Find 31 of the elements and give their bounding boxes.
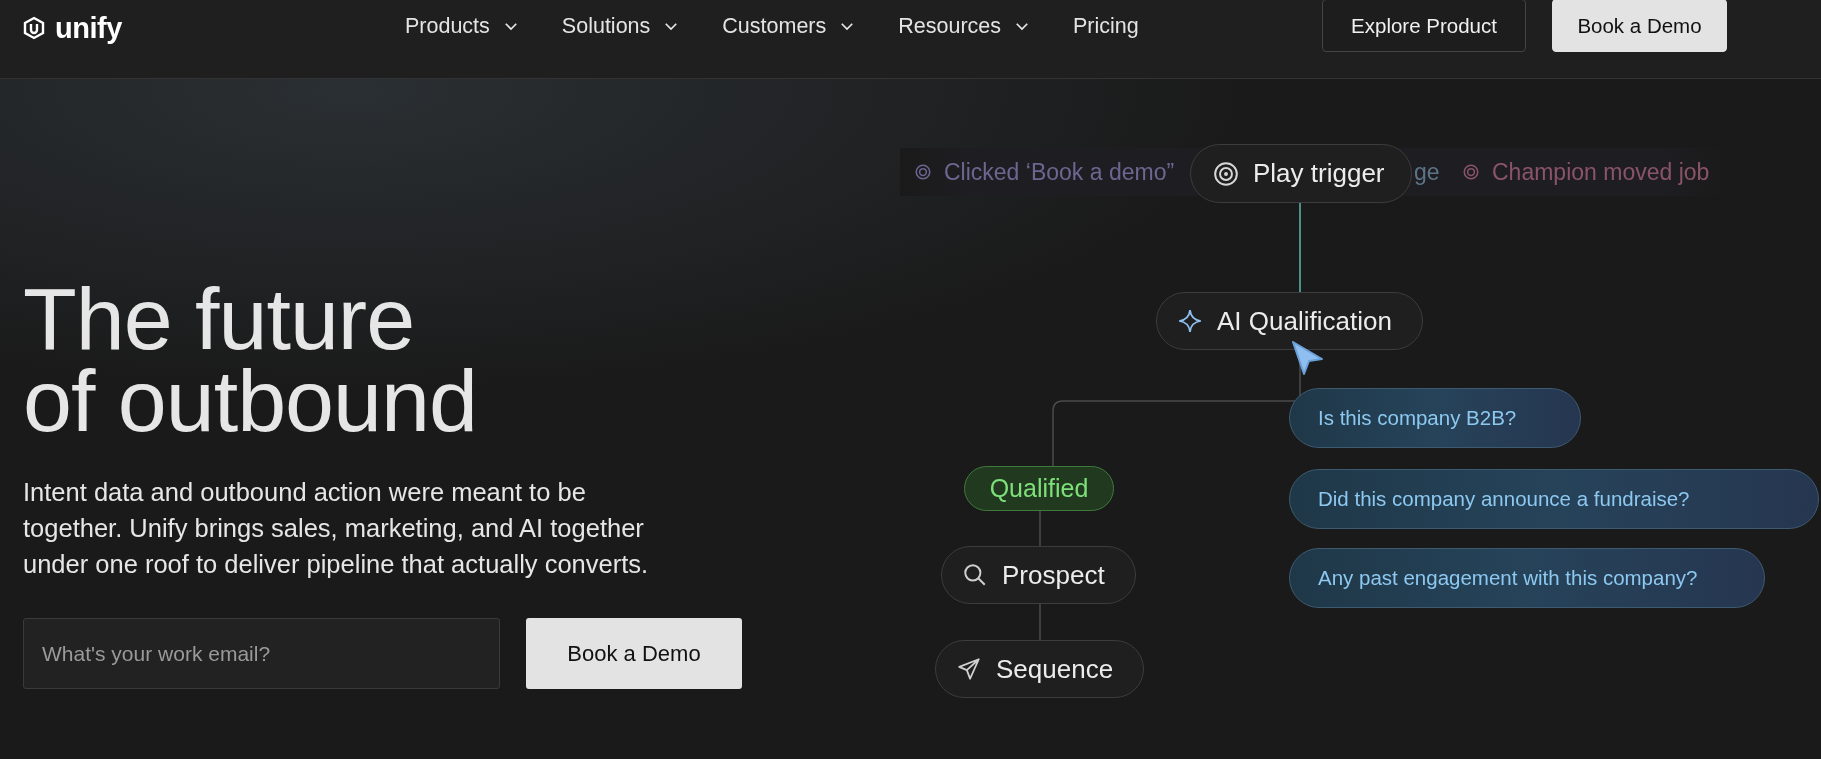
nav-link[interactable]: Pricing	[1073, 13, 1139, 39]
cursor-icon	[1290, 339, 1324, 377]
sparkle-icon	[1177, 308, 1203, 334]
event-label: Champion moved job	[1492, 158, 1710, 186]
book-demo-button[interactable]: Book a Demo	[526, 618, 742, 689]
nav-link[interactable]: Products	[405, 13, 520, 39]
connector-line	[1039, 511, 1041, 546]
question-bubble: Is this company B2B?	[1289, 388, 1581, 448]
hero-paragraph: Intent data and outbound action were meant to be together. Unify brings sales, marketing, and AI together under one roof to deliver pipeline that actually converts.	[23, 477, 650, 580]
search-icon	[962, 562, 988, 588]
node-label: AI Qualification	[1217, 305, 1392, 337]
question-bubble: Any past engagement with this company?	[1289, 548, 1765, 608]
event-label: Clicked ‘Book a demo”	[944, 158, 1175, 186]
nav-link[interactable]: Solutions	[561, 13, 681, 39]
node-label: Prospect	[1002, 559, 1105, 591]
logo-icon	[22, 16, 46, 40]
send-icon	[956, 656, 982, 682]
book-demo-button[interactable]: Book a Demo	[1552, 0, 1727, 52]
event-label: ge	[1414, 158, 1440, 186]
connector-line	[1039, 604, 1041, 640]
nav-link[interactable]: Customers	[722, 13, 857, 39]
node-label: Sequence	[996, 653, 1114, 685]
email-field[interactable]: What's your work email?	[23, 618, 500, 689]
hero-heading: The future of outbound	[23, 278, 478, 442]
logo-text[interactable]: unify	[55, 11, 122, 45]
node-label: Qualified	[989, 474, 1089, 503]
question-bubble: Did this company announce a fundraise?	[1289, 469, 1819, 529]
node-label: Play trigger	[1253, 158, 1385, 189]
nav-link[interactable]: Resources	[898, 13, 1032, 39]
explore-product-button[interactable]: Explore Product	[1322, 0, 1526, 52]
target-icon	[1213, 160, 1239, 187]
